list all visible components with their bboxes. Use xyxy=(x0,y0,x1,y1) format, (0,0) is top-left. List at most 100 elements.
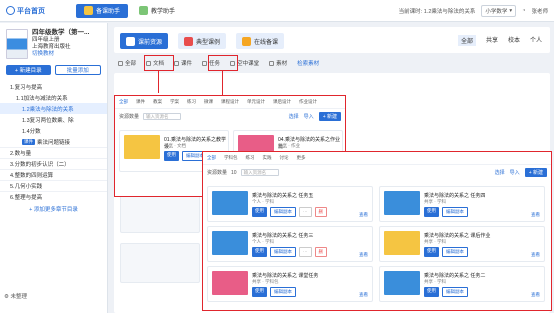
card-type: 学科 xyxy=(437,239,446,244)
subtab[interactable]: 微课 xyxy=(204,99,213,105)
delete-button[interactable]: 删 xyxy=(314,207,327,217)
view-link[interactable]: 查看 xyxy=(531,292,540,298)
tree-item[interactable]: 3.分数的初步认识（二） xyxy=(0,158,107,169)
view-link[interactable]: 查看 xyxy=(531,212,540,218)
tree-label: 6.整理与提高 xyxy=(10,195,43,201)
tree-item[interactable]: 1.1加法与减法的关系 xyxy=(0,92,107,103)
import-button[interactable]: 导入 xyxy=(510,169,520,176)
subject-select[interactable]: 小学数学 ▾ xyxy=(481,5,517,17)
edit-copy-button[interactable]: 编辑副本 xyxy=(442,207,468,217)
unsorted-item[interactable]: ⚙ 未整理 xyxy=(4,292,27,300)
user-name[interactable]: 张老师 xyxy=(531,7,548,15)
subtab[interactable]: 学科包 xyxy=(224,155,238,161)
subtab[interactable]: 作业设计 xyxy=(299,99,317,105)
view-link[interactable]: 查看 xyxy=(531,252,540,258)
resource-card[interactable]: 乘法与除法的关系之 任务四 共享 · 学科 使用 编辑副本 查看 xyxy=(379,186,545,222)
subtab[interactable]: 更多 xyxy=(297,155,306,161)
resource-card[interactable]: 乘法与除法的关系之 课堂任务 共享 · 学科包 使用 编辑副本 查看 xyxy=(207,266,373,302)
tree-item[interactable]: 5.几何小实践 xyxy=(0,180,107,191)
home-link[interactable]: 平台首页 xyxy=(0,6,76,16)
task-thumbnail xyxy=(384,271,420,295)
online-prep-button[interactable]: 在线备课 xyxy=(236,33,285,49)
new-button[interactable]: + 新建 xyxy=(318,112,341,121)
subject-value: 小学数学 xyxy=(485,9,508,15)
scope-all[interactable]: 全部 xyxy=(457,35,476,46)
background-card xyxy=(120,243,200,283)
filter-courseware[interactable]: 课件 xyxy=(174,59,192,67)
use-button[interactable]: 使用 xyxy=(252,247,267,257)
edit-copy-button[interactable]: 编辑副本 xyxy=(442,247,468,257)
use-button[interactable]: 使用 xyxy=(252,207,267,217)
subtab[interactable]: 单元设计 xyxy=(247,99,265,105)
edit-copy-button[interactable]: 编辑副本 xyxy=(442,287,468,297)
tree-item[interactable]: 2.数与量 xyxy=(0,147,107,158)
view-link[interactable]: 查看 xyxy=(359,212,368,218)
gear-icon: ⚙ xyxy=(4,294,9,300)
pre-class-resources-button[interactable]: 课前资源 xyxy=(120,33,169,49)
resource-card[interactable]: 乘法与除法的关系之 任务三 个人 · 学科 使用 编辑副本 ··· 删 查看 xyxy=(207,226,373,262)
more-button[interactable]: ··· xyxy=(299,207,312,217)
edit-copy-button[interactable]: 编辑副本 xyxy=(270,207,296,217)
tree-label: 1.复习与提高 xyxy=(10,84,43,91)
subtab[interactable]: 练习 xyxy=(246,155,255,161)
batch-add-button[interactable]: 批量添加 xyxy=(54,65,101,75)
view-link[interactable]: 查看 xyxy=(359,252,368,258)
background-card xyxy=(120,193,200,233)
tree-item[interactable]: 1.复习与提高 xyxy=(0,81,107,92)
subtab[interactable]: 全部 xyxy=(119,99,128,105)
tree-item[interactable]: 1.3复习两位数乘、除 xyxy=(0,114,107,125)
subtab[interactable]: 全部 xyxy=(207,155,216,161)
tree-label: 3.分数的初步认识（二） xyxy=(10,162,70,168)
tree-item[interactable]: 课件 乘法问题链接 xyxy=(0,136,107,147)
new-button[interactable]: + 新建 xyxy=(524,168,547,177)
highlight-task xyxy=(208,55,238,71)
more-button[interactable]: ··· xyxy=(299,247,312,257)
tree-item[interactable]: 4.整数的四则运算 xyxy=(0,169,107,180)
tree-item[interactable]: 1.4分数 xyxy=(0,125,107,136)
view-link[interactable]: 查看 xyxy=(359,292,368,298)
scope-school[interactable]: 校本 xyxy=(508,35,520,46)
tab-prep-assistant[interactable]: 备课助手 xyxy=(76,3,129,18)
filter-all[interactable]: 全部 xyxy=(118,59,136,67)
tree-item-active[interactable]: 1.2乘法与除法的关系 xyxy=(0,103,107,114)
typical-case-button[interactable]: 典型课例 xyxy=(178,33,227,49)
book-info: 四年级数学（第一... 四年级上册 上海教育出版社 切换教材 xyxy=(0,23,107,63)
delete-button[interactable]: 删 xyxy=(314,247,327,257)
card-type: 文档 xyxy=(177,143,186,148)
use-button[interactable]: 使用 xyxy=(424,247,439,257)
resource-search-input[interactable]: 输入资源名 xyxy=(240,169,279,176)
scope-shared[interactable]: 共享 xyxy=(486,35,498,46)
subtab[interactable]: 学案 xyxy=(170,99,179,105)
edit-copy-button[interactable]: 编辑副本 xyxy=(270,247,296,257)
chevron-down-icon: ▾ xyxy=(509,8,513,14)
subtab[interactable]: 教案 xyxy=(153,99,162,105)
resource-card[interactable]: 乘法与除法的关系之 课后作业 共享 · 学科 使用 编辑副本 查看 xyxy=(379,226,545,262)
bell-icon[interactable]: ◔ xyxy=(522,8,525,14)
select-button[interactable]: 选择 xyxy=(495,169,505,176)
tab-teach-assistant[interactable]: 教学助手 xyxy=(131,4,183,18)
new-catalog-button[interactable]: + 新建目录 xyxy=(6,65,51,75)
resource-card[interactable]: 乘法与除法的关系之 任务五 个人 · 学科 使用 编辑副本 ··· 删 查看 xyxy=(207,186,373,222)
resource-card[interactable]: 乘法与除法的关系之 任务二 共享 · 学科 使用 编辑副本 查看 xyxy=(379,266,545,302)
switch-book-link[interactable]: 切换教材 xyxy=(32,51,54,57)
search-material-link[interactable]: 检索素材 xyxy=(297,59,319,67)
add-catalog-link[interactable]: + 添加更多章节目录 xyxy=(0,205,107,213)
scope-personal[interactable]: 个人 xyxy=(530,35,542,46)
use-button[interactable]: 使用 xyxy=(164,151,179,161)
subtab[interactable]: 练习 xyxy=(187,99,196,105)
edit-copy-button[interactable]: 编辑副本 xyxy=(270,287,296,297)
tree-item[interactable]: 6.整理与提高 xyxy=(0,191,107,202)
use-button[interactable]: 使用 xyxy=(424,207,439,217)
subtab[interactable]: 课后设计 xyxy=(273,99,291,105)
resource-search-input[interactable]: 输入资源名 xyxy=(143,113,182,120)
use-button[interactable]: 使用 xyxy=(424,287,439,297)
filter-material[interactable]: 素材 xyxy=(269,59,287,67)
resource-count-num: 10 xyxy=(231,169,237,176)
subtab[interactable]: 实践 xyxy=(263,155,272,161)
subtab[interactable]: 课程设计 xyxy=(221,99,239,105)
select-button[interactable]: 选择 xyxy=(289,113,299,120)
import-button[interactable]: 导入 xyxy=(304,113,314,120)
subtab[interactable]: 课件 xyxy=(136,99,145,105)
use-button[interactable]: 使用 xyxy=(252,287,267,297)
subtab[interactable]: 讨论 xyxy=(280,155,289,161)
